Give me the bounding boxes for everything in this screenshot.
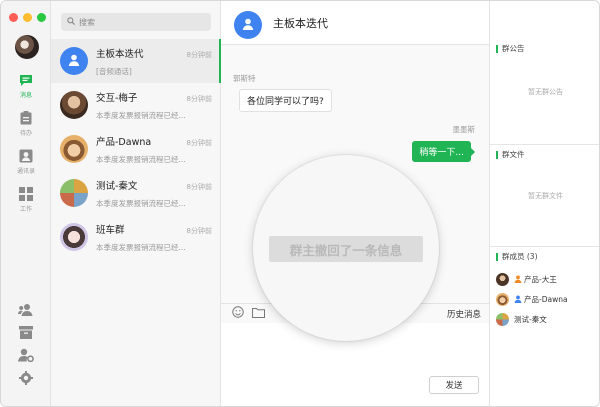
- conversation-name: 产品-Dawna: [96, 136, 152, 148]
- conversation-name: 交互-梅子: [96, 92, 138, 104]
- conversation-item[interactable]: 测试-秦文 8分钟前 本季度发票报销流程已经...: [51, 171, 221, 215]
- conversation-time: 8分钟前: [186, 226, 212, 235]
- magnifier-overlay: 群主撤回了一条信息: [253, 155, 439, 341]
- admin-badge-icon: [514, 295, 522, 303]
- nav-rail: 消息 待办 通讯录 工作: [1, 1, 51, 406]
- contacts-icon: [18, 149, 34, 163]
- member-item[interactable]: 产品-大王: [496, 271, 557, 287]
- file-button[interactable]: [251, 307, 265, 321]
- rail-item-messages[interactable]: 消息: [1, 73, 51, 99]
- conversation-name: 测试-秦文: [96, 180, 138, 192]
- my-avatar[interactable]: [15, 35, 39, 59]
- message-bubble[interactable]: 各位同学可以了吗?: [239, 89, 332, 112]
- rail-item-contacts[interactable]: 通讯录: [1, 149, 51, 175]
- chat-title: 主板本迭代: [273, 17, 328, 30]
- group-add-icon: [18, 303, 34, 319]
- chat-header: 主板本迭代: [221, 1, 489, 45]
- rail-label-work: 工作: [19, 206, 32, 213]
- archive-icon: [19, 326, 33, 342]
- rail-label-todo: 待办: [19, 130, 32, 137]
- archive-button[interactable]: [1, 326, 51, 342]
- search-placeholder: 搜索: [79, 17, 95, 27]
- apps-grid-icon: [18, 187, 34, 201]
- member-name: 产品-大王: [524, 274, 557, 284]
- member-avatar: [496, 292, 509, 306]
- group-add-button[interactable]: [1, 303, 51, 319]
- conversation-time: 8分钟前: [186, 138, 212, 147]
- conversation-item[interactable]: 交互-梅子 8分钟前 本季度发票报销流程已经...: [51, 83, 221, 127]
- minimize-window-button[interactable]: [23, 13, 32, 22]
- conversation-name: 主板本迭代: [96, 48, 144, 60]
- conversation-name: 班车群: [96, 224, 125, 236]
- member-name: 产品-Dawna: [524, 294, 568, 304]
- conversation-time: 8分钟前: [186, 94, 212, 103]
- chat-group-avatar[interactable]: [234, 11, 262, 39]
- announcement-title: 群公告: [496, 45, 525, 53]
- zoom-window-button[interactable]: [37, 13, 46, 22]
- conversation-time: 8分钟前: [186, 50, 212, 59]
- files-section: 群文件 暂无群文件: [490, 145, 599, 247]
- conversation-item[interactable]: 班车群 8分钟前 本季度发票报销流程已经...: [51, 215, 221, 259]
- rail-label-messages: 消息: [19, 92, 32, 99]
- conversation-preview: 本季度发票报销流程已经...: [96, 242, 186, 252]
- message-sender: 郭斯特: [233, 74, 256, 83]
- send-button[interactable]: 发送: [429, 376, 479, 394]
- rail-item-todo[interactable]: 待办: [1, 111, 51, 137]
- member-avatar: [496, 272, 509, 286]
- close-window-button[interactable]: [9, 13, 18, 22]
- member-name: 测试-秦文: [514, 314, 547, 324]
- group-avatar: [60, 47, 88, 75]
- member-item[interactable]: 产品-Dawna: [496, 291, 568, 307]
- search-input[interactable]: 搜索: [61, 13, 211, 31]
- window-controls: [9, 13, 46, 22]
- message-bubble[interactable]: 稍等一下...: [412, 141, 475, 162]
- rail-label-contacts: 通讯录: [16, 168, 35, 175]
- member-item[interactable]: 测试-秦文: [496, 311, 547, 327]
- user-settings-button[interactable]: [1, 348, 51, 365]
- search-icon: [67, 16, 76, 28]
- conversation-item[interactable]: 产品-Dawna 8分钟前 本季度发票报销流程已经...: [51, 127, 221, 171]
- member-avatar: [496, 312, 509, 326]
- contact-avatar: [60, 223, 88, 251]
- emoji-icon: [232, 306, 244, 321]
- conversation-preview: 本季度发票报销流程已经...: [96, 154, 186, 164]
- emoji-button[interactable]: [231, 306, 245, 321]
- conversation-preview: [音频通话]: [96, 66, 132, 76]
- group-info-panel: 群公告 暂无群公告 群文件 暂无群文件 群成员 (3) 产品-大王 产品-Daw…: [489, 1, 599, 406]
- user-settings-icon: [18, 348, 34, 365]
- folder-icon: [251, 307, 265, 321]
- conversation-list: 搜索 主板本迭代 8分钟前 [音频通话] 交互-梅子 8分钟前 本季度发票报销流…: [51, 1, 222, 406]
- announcement-empty: 暂无群公告: [528, 88, 563, 96]
- chat-bubble-icon: [18, 73, 34, 87]
- conversation-preview: 本季度发票报销流程已经...: [96, 198, 186, 208]
- app-window: 消息 待办 通讯录 工作 搜索 主板本迭代 8分钟前 [音频通话] 交互-梅子 …: [0, 0, 600, 407]
- conversation-item[interactable]: 主板本迭代 8分钟前 [音频通话]: [51, 39, 222, 83]
- message-sender: 墨墨斯: [452, 125, 476, 134]
- members-title: 群成员 (3): [496, 253, 538, 261]
- conversation-preview: 本季度发票报销流程已经...: [96, 110, 186, 120]
- system-notice: 群主撤回了一条信息: [269, 236, 423, 262]
- members-section: 群成员 (3) 产品-大王 产品-Dawna 测试-秦文: [490, 247, 599, 406]
- conversation-time: 8分钟前: [186, 182, 212, 191]
- contact-avatar: [60, 179, 88, 207]
- files-empty: 暂无群文件: [528, 192, 563, 200]
- clipboard-icon: [18, 111, 34, 125]
- contact-avatar: [60, 91, 88, 119]
- owner-badge-icon: [514, 275, 522, 283]
- files-title: 群文件: [496, 151, 525, 159]
- announcement-section: 群公告 暂无群公告: [490, 39, 599, 145]
- settings-gear-icon: [19, 371, 33, 388]
- group-icon: [241, 18, 255, 33]
- settings-button[interactable]: [1, 371, 51, 388]
- group-icon: [67, 54, 81, 69]
- history-messages-link[interactable]: 历史消息: [447, 308, 481, 320]
- contact-avatar: [60, 135, 88, 163]
- rail-item-work[interactable]: 工作: [1, 187, 51, 213]
